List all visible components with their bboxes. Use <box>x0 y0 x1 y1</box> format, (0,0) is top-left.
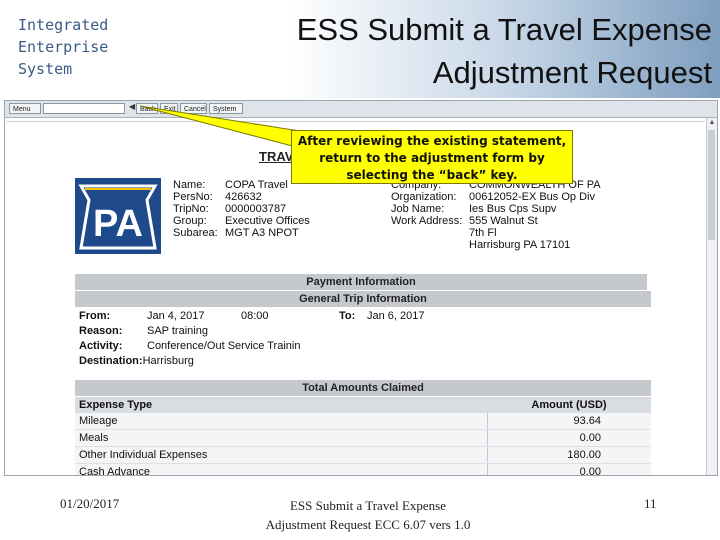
table-header-row: Expense Type Amount (USD) <box>75 397 651 413</box>
group-label: Group: <box>173 215 207 227</box>
subarea-value: MGT A3 NPOT <box>225 227 299 239</box>
scroll-up-icon[interactable]: ▲ <box>708 119 716 126</box>
work-address-label: Work Address: <box>391 215 463 227</box>
slide-title: ESS Submit a Travel Expense Adjustment R… <box>252 8 712 94</box>
persno-label: PersNo: <box>173 191 213 203</box>
expense-amount: 180.00 <box>486 446 651 464</box>
cancel-button[interactable]: Cancel <box>180 103 207 114</box>
expense-amount: 0.00 <box>486 429 651 447</box>
activity-label: Activity: <box>79 340 123 352</box>
system-button[interactable]: System <box>209 103 243 114</box>
callout-line: return to the adjustment form by <box>319 151 545 165</box>
table-row: Cash Advance 0.00 <box>75 463 651 475</box>
expense-type-header: Expense Type <box>75 397 487 413</box>
work-address-line: 555 Walnut St <box>469 215 538 227</box>
employee-info: Name: COPA Travel PersNo: 426632 TripNo: 00… <box>173 179 310 239</box>
exit-button[interactable]: Exit <box>160 103 178 114</box>
job-label: Job Name: <box>391 203 445 215</box>
reason-value: SAP training <box>147 325 208 337</box>
expense-type: Cash Advance <box>75 463 487 475</box>
table-row: Meals 0.00 <box>75 429 651 447</box>
subarea-label: Subarea: <box>173 227 218 239</box>
footer-date: 01/20/2017 <box>60 496 120 511</box>
work-address-line: Harrisburg PA 17101 <box>469 239 571 251</box>
amount-header: Amount (USD) <box>487 397 651 413</box>
tripno-label: TripNo: <box>173 203 209 215</box>
brand-line: System <box>18 60 73 78</box>
statement-heading: TRAV <box>259 149 294 164</box>
footer-title-line: Adjustment Request ECC 6.07 vers 1.0 <box>265 517 471 532</box>
callout-line: After reviewing the existing statement, <box>297 134 567 148</box>
from-time: 08:00 <box>241 310 269 322</box>
activity-value: Conference/Out Service Trainin <box>147 340 301 352</box>
scrollbar[interactable]: ▲ <box>706 118 717 475</box>
from-label: From: <box>79 310 111 322</box>
slide-title-line: ESS Submit a Travel Expense <box>296 12 712 47</box>
footer-title: ESS Submit a Travel Expense Adjustment R… <box>230 496 506 534</box>
persno-value: 426632 <box>225 191 262 203</box>
name-label: Name: <box>173 179 206 191</box>
slide-title-line: Adjustment Request <box>432 55 712 90</box>
name-value: COPA Travel <box>225 179 288 191</box>
organization-label: Organization: <box>391 191 457 203</box>
totals-band: Total Amounts Claimed <box>75 380 651 396</box>
instruction-callout: After reviewing the existing statement, … <box>291 130 573 184</box>
callout-line: selecting the “back” key. <box>346 168 518 182</box>
slide-header: Integrated Enterprise System ESS Submit … <box>0 0 720 98</box>
trip-info-band: General Trip Information <box>75 291 651 307</box>
brand-line: Enterprise <box>18 38 109 56</box>
brand-text: Integrated Enterprise System <box>18 14 218 80</box>
to-label: To: <box>339 310 356 322</box>
brand-line: Integrated <box>18 16 109 34</box>
command-field[interactable] <box>43 103 125 114</box>
payment-info-band: Payment Information <box>75 274 647 290</box>
sap-toolbar: Menu ◀ Back Exit Cancel System <box>5 101 717 118</box>
table-row: Other Individual Expenses 180.00 <box>75 446 651 464</box>
divider <box>7 121 705 122</box>
organization-value: 00612052-EX Bus Op Div <box>469 191 595 203</box>
company-info: Company: COMMONWEALTH OF PA Organization:… <box>391 179 601 251</box>
scroll-thumb[interactable] <box>708 130 715 240</box>
pa-keystone-logo: PA <box>75 178 161 254</box>
destination-value: Harrisburg <box>142 355 194 367</box>
expense-type: Meals <box>75 429 487 447</box>
menu-button[interactable]: Menu <box>9 103 41 114</box>
page-number: 11 <box>644 496 657 511</box>
tripno-value: 0000003787 <box>225 203 287 215</box>
expense-type: Mileage <box>75 413 487 430</box>
reason-label: Reason: <box>79 325 123 337</box>
back-arrow-icon[interactable]: ◀ <box>129 102 135 111</box>
expense-amount: 0.00 <box>486 463 651 475</box>
totals-table: Expense Type Amount (USD) Mileage 93.64 M… <box>75 397 651 475</box>
back-button[interactable]: Back <box>136 103 158 114</box>
expense-type: Other Individual Expenses <box>75 446 487 464</box>
trip-info: From: Jan 4, 2017 08:00 To: Jan 6, 2017 Reas… <box>79 309 425 369</box>
from-date: Jan 4, 2017 <box>147 310 205 322</box>
footer-title-line: ESS Submit a Travel Expense <box>289 498 446 513</box>
table-row: Mileage 93.64 <box>75 413 651 430</box>
destination-label: Destination: <box>79 355 143 367</box>
expense-amount: 93.64 <box>486 413 651 430</box>
job-value: Ies Bus Cps Supv <box>469 203 557 215</box>
to-date: Jan 6, 2017 <box>367 310 425 322</box>
logo-text: PA <box>93 203 143 245</box>
group-value: Executive Offices <box>225 215 310 227</box>
work-address-line: 7th Fl <box>469 227 497 239</box>
